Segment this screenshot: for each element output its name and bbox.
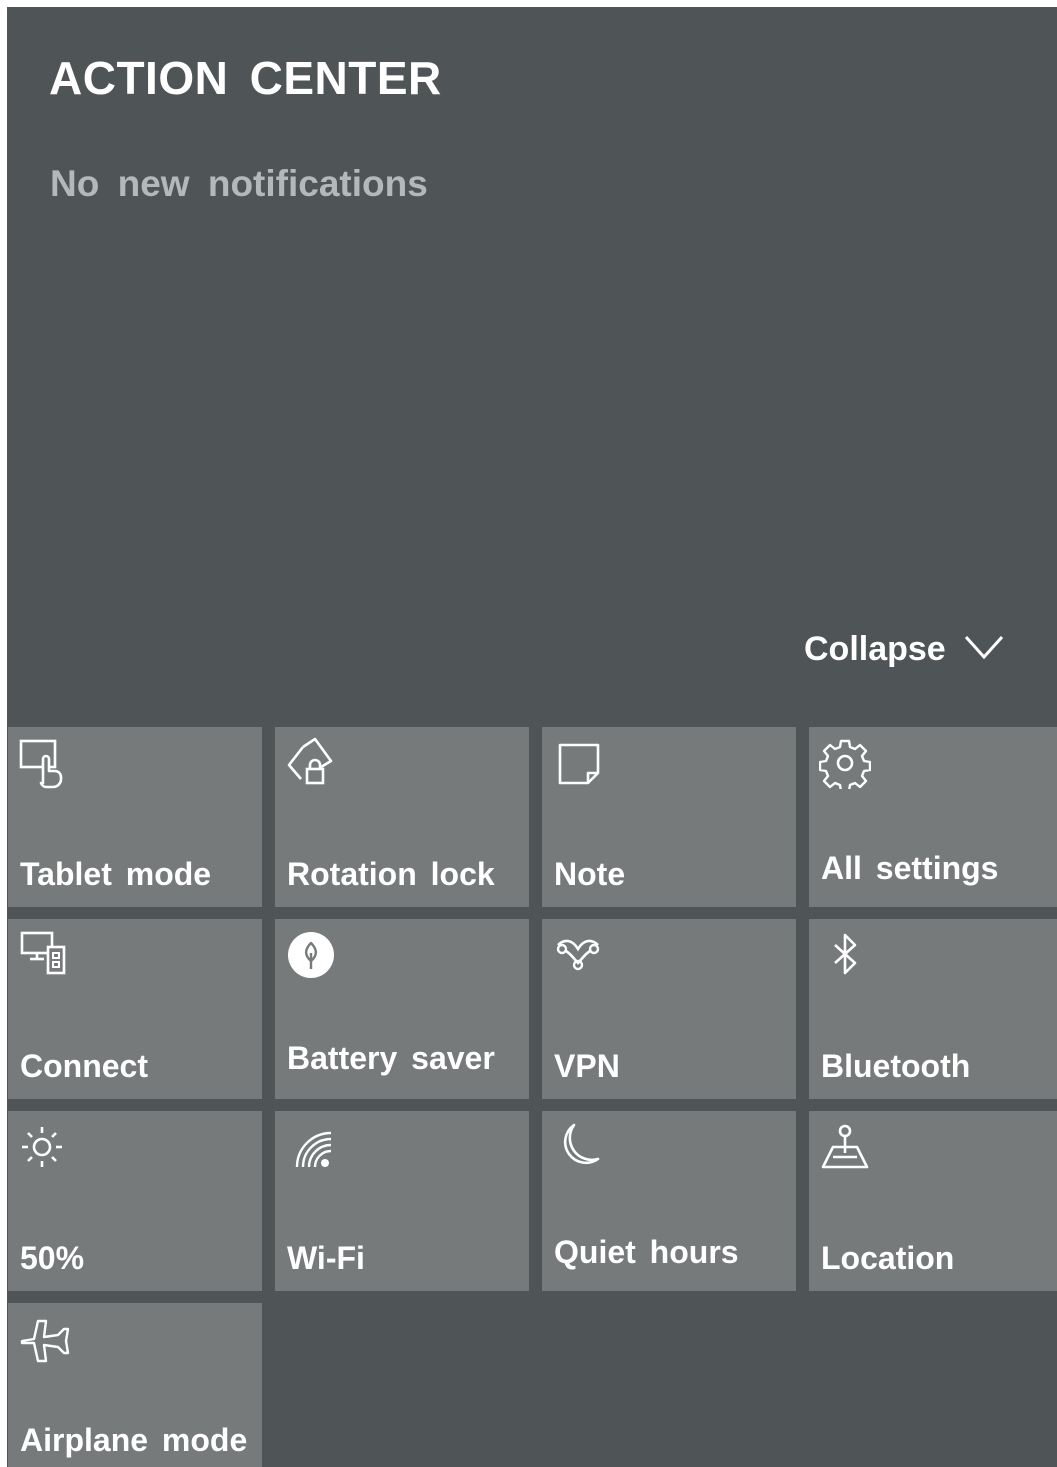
tile-location[interactable]: Location (809, 1111, 1057, 1291)
chevron-down-icon (964, 634, 1004, 665)
tile-airplane-mode[interactable]: Airplane mode (8, 1303, 262, 1467)
connect-icon (18, 929, 70, 981)
tile-label: All settings (821, 850, 999, 886)
location-icon (819, 1121, 871, 1173)
action-center-panel: ACTION CENTER No new notifications Colla… (7, 7, 1057, 1467)
tile-label: VPN (554, 1048, 620, 1084)
empty-notifications-message: No new notifications (50, 163, 428, 204)
tile-vpn[interactable]: VPN (542, 919, 796, 1099)
tile-bluetooth[interactable]: Bluetooth (809, 919, 1057, 1099)
tile-label: Bluetooth (821, 1048, 971, 1084)
gear-icon (819, 737, 871, 789)
tile-label: Tablet mode (20, 856, 212, 892)
tile-battery-saver[interactable]: Battery saver (275, 919, 529, 1099)
rotation-lock-icon (285, 737, 337, 789)
tile-label: Location (821, 1240, 955, 1276)
bluetooth-icon (819, 929, 871, 981)
tile-wifi[interactable]: Wi-Fi (275, 1111, 529, 1291)
tile-connect[interactable]: Connect (8, 919, 262, 1099)
wifi-icon (285, 1121, 337, 1173)
tile-label: 50% (20, 1240, 85, 1276)
battery-saver-icon (285, 929, 337, 981)
tile-note[interactable]: Note (542, 727, 796, 907)
vpn-icon (552, 929, 604, 981)
tile-label: Airplane mode (20, 1422, 248, 1458)
brightness-icon (18, 1121, 70, 1173)
tile-label: Wi-Fi (287, 1240, 365, 1276)
collapse-label: Collapse (804, 629, 946, 668)
tile-quiet-hours[interactable]: Quiet hours (542, 1111, 796, 1291)
tablet-mode-icon (18, 737, 70, 789)
quick-actions-grid: Tablet mode Rotation lock Note All setti… (7, 727, 1057, 1467)
panel-title: ACTION CENTER (49, 52, 442, 104)
tile-label: Connect (20, 1048, 148, 1084)
note-icon (552, 737, 604, 789)
tile-brightness[interactable]: 50% (8, 1111, 262, 1291)
collapse-button[interactable]: Collapse (804, 627, 1004, 671)
tile-all-settings[interactable]: All settings (809, 727, 1057, 907)
tile-label: Battery saver (287, 1040, 495, 1076)
tile-tablet-mode[interactable]: Tablet mode (8, 727, 262, 907)
airplane-icon (18, 1313, 70, 1365)
tile-label: Rotation lock (287, 856, 495, 892)
tile-label: Note (554, 856, 626, 892)
tile-label: Quiet hours (554, 1234, 739, 1270)
tile-rotation-lock[interactable]: Rotation lock (275, 727, 529, 907)
moon-icon (552, 1121, 604, 1173)
